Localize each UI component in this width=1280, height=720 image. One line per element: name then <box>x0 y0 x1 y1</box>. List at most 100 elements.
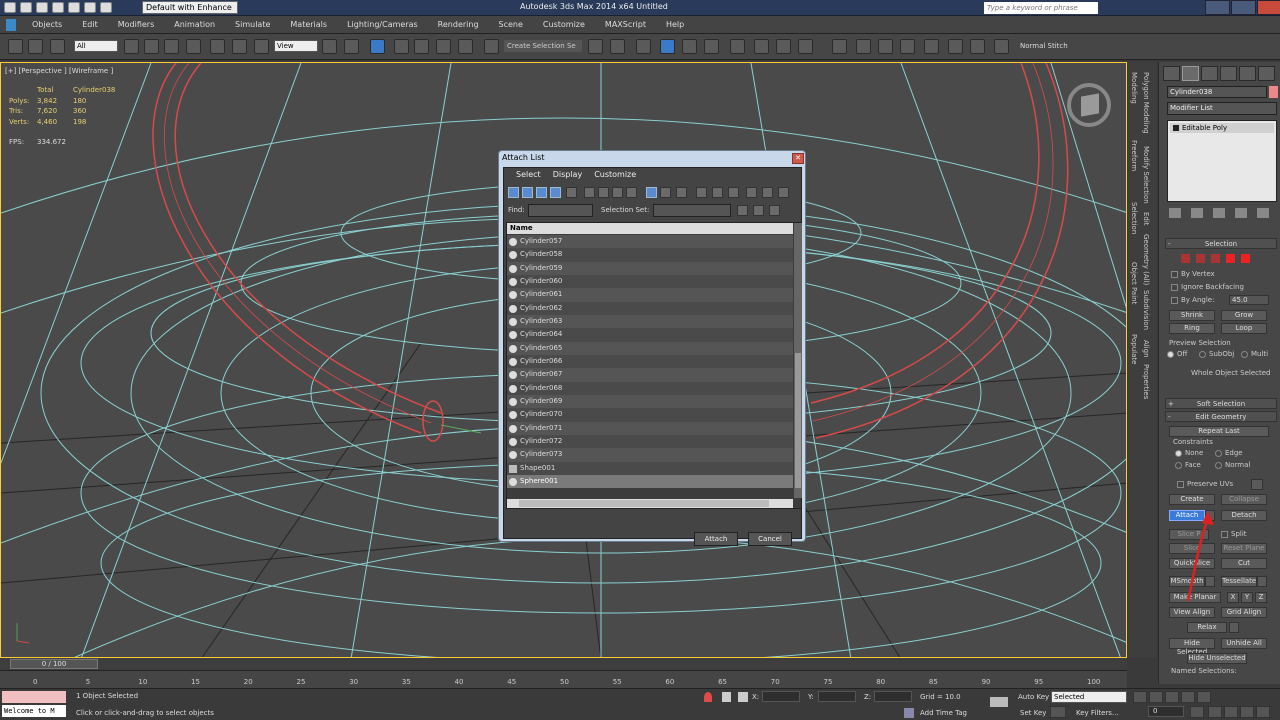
list-item[interactable]: Cylinder068 <box>507 381 793 395</box>
angle-snap-icon[interactable] <box>414 39 429 54</box>
paint-icon[interactable] <box>924 39 939 54</box>
display-lights-icon[interactable] <box>536 187 547 198</box>
panel-polygon-modeling[interactable]: Polygon Modeling <box>1142 72 1150 134</box>
hide-unselected-button[interactable]: Hide Unselected <box>1187 653 1247 664</box>
save-icon[interactable] <box>52 2 64 13</box>
cut-button[interactable]: Cut <box>1221 558 1267 569</box>
border-level-icon[interactable] <box>1211 254 1220 263</box>
wand-icon[interactable] <box>900 39 915 54</box>
influences-icon[interactable] <box>769 205 780 216</box>
select-manipulate-icon[interactable] <box>344 39 359 54</box>
add-time-tag[interactable]: Add Time Tag <box>920 709 967 717</box>
render-production-icon[interactable] <box>798 39 813 54</box>
preview-multi-radio[interactable] <box>1241 351 1248 358</box>
preview-subobj-radio[interactable] <box>1199 351 1206 358</box>
key-filters-button[interactable]: Key Filters... <box>1076 709 1119 717</box>
dialog-menu-customize[interactable]: Customize <box>588 168 642 182</box>
object-name-field[interactable]: Cylinder038 <box>1167 86 1267 98</box>
rendered-frame-icon[interactable] <box>776 39 791 54</box>
remove-modifier-icon[interactable] <box>1235 208 1247 218</box>
create-tab-icon[interactable] <box>1163 66 1180 81</box>
toolbar-options-icon[interactable] <box>778 187 789 198</box>
open-icon[interactable] <box>36 2 48 13</box>
edge-level-icon[interactable] <box>1196 254 1205 263</box>
rect-selection-icon[interactable] <box>164 39 179 54</box>
display-none-icon[interactable] <box>660 187 671 198</box>
panel-subdivision[interactable]: Subdivision <box>1142 290 1150 330</box>
link-icon[interactable] <box>8 39 23 54</box>
schematic-view-icon[interactable] <box>704 39 719 54</box>
select-invert-icon[interactable] <box>728 187 739 198</box>
sort-icon[interactable] <box>762 187 773 198</box>
constraint-face-radio[interactable] <box>1175 462 1182 469</box>
select-object-icon[interactable] <box>124 39 139 54</box>
maxscript-output[interactable]: Welcome to M <box>2 705 66 717</box>
attach-confirm-button[interactable]: Attach <box>694 532 738 546</box>
display-geometry-icon[interactable] <box>508 187 519 198</box>
hierarchy-tab-icon[interactable] <box>1201 66 1218 81</box>
previous-frame-icon[interactable] <box>1149 691 1163 703</box>
frame-b-icon[interactable] <box>970 39 985 54</box>
list-item[interactable]: Cylinder063 <box>507 314 793 329</box>
percent-snap-icon[interactable] <box>436 39 451 54</box>
object-color-swatch[interactable] <box>1269 86 1278 98</box>
panel-modify-selection[interactable]: Modify Selection <box>1142 146 1150 204</box>
list-item[interactable]: Cylinder071 <box>507 421 793 435</box>
dialog-menu-select[interactable]: Select <box>510 168 547 182</box>
minimize-button[interactable] <box>1205 0 1230 15</box>
preview-off-radio[interactable] <box>1167 351 1174 358</box>
normal-stitch-label[interactable]: Normal Stitch <box>1020 42 1068 50</box>
new-icon[interactable] <box>20 2 32 13</box>
show-end-result-icon[interactable] <box>1191 208 1203 218</box>
tab-populate[interactable]: Populate <box>1130 334 1138 364</box>
frame-c-icon[interactable] <box>994 39 1009 54</box>
menu-rendering[interactable]: Rendering <box>428 16 489 33</box>
select-by-name-icon[interactable] <box>144 39 159 54</box>
auto-key-select[interactable]: Selected <box>1051 691 1127 703</box>
ring-button[interactable]: Ring <box>1169 323 1215 334</box>
time-slider[interactable]: 0 / 100 <box>0 658 1127 670</box>
list-item[interactable]: Cylinder064 <box>507 328 793 342</box>
move-icon[interactable] <box>210 39 225 54</box>
edit-named-sel-icon[interactable] <box>484 39 499 54</box>
rotate-icon[interactable] <box>232 39 247 54</box>
split-checkbox[interactable] <box>1221 531 1228 538</box>
detach-button[interactable]: Detach <box>1221 510 1267 521</box>
stack-item-editable-poly[interactable]: Editable Poly <box>1170 123 1274 133</box>
list-item[interactable]: Cylinder069 <box>507 394 793 409</box>
material-editor-icon[interactable] <box>730 39 745 54</box>
panel-geometry-all[interactable]: Geometry (All) <box>1142 234 1150 285</box>
play-icon[interactable] <box>1165 691 1179 703</box>
absolute-mode-icon[interactable] <box>738 692 748 702</box>
display-cameras-icon[interactable] <box>550 187 561 198</box>
tessellate-settings-button[interactable] <box>1257 576 1267 587</box>
pin-stack-icon[interactable] <box>1169 208 1181 218</box>
motion-tab-icon[interactable] <box>1220 66 1237 81</box>
window-crossing-icon[interactable] <box>186 39 201 54</box>
display-spacewarps-icon[interactable] <box>584 187 595 198</box>
tessellate-button[interactable]: Tessellate <box>1221 576 1257 587</box>
time-config-icon[interactable] <box>1190 706 1204 718</box>
mirror-icon[interactable] <box>588 39 603 54</box>
display-helpers-icon[interactable] <box>566 187 577 198</box>
list-item[interactable]: Cylinder072 <box>507 434 793 449</box>
select-all-icon[interactable] <box>696 187 707 198</box>
display-invert-icon[interactable] <box>676 187 687 198</box>
align-icon[interactable] <box>610 39 625 54</box>
preserve-uvs-checkbox[interactable] <box>1177 481 1184 488</box>
display-bones-icon[interactable] <box>626 187 637 198</box>
loop-button[interactable]: Loop <box>1221 323 1267 334</box>
hide-selected-button[interactable]: Hide Selected <box>1169 638 1215 656</box>
reset-plane-button[interactable]: Reset Plane <box>1221 543 1267 554</box>
list-item[interactable]: Shape001 <box>507 461 793 475</box>
utilities-tab-icon[interactable] <box>1258 66 1275 81</box>
constraint-edge-radio[interactable] <box>1215 450 1222 457</box>
key-mode-icon[interactable] <box>990 697 1008 707</box>
panel-align[interactable]: Align <box>1142 340 1150 358</box>
tab-selection[interactable]: Selection <box>1130 202 1138 234</box>
current-frame-field[interactable]: 0 <box>1148 706 1184 717</box>
panel-edit[interactable]: Edit <box>1142 212 1150 226</box>
render-setup-icon[interactable] <box>754 39 769 54</box>
create-button[interactable]: Create <box>1169 494 1215 505</box>
menu-edit[interactable]: Edit <box>72 16 108 33</box>
